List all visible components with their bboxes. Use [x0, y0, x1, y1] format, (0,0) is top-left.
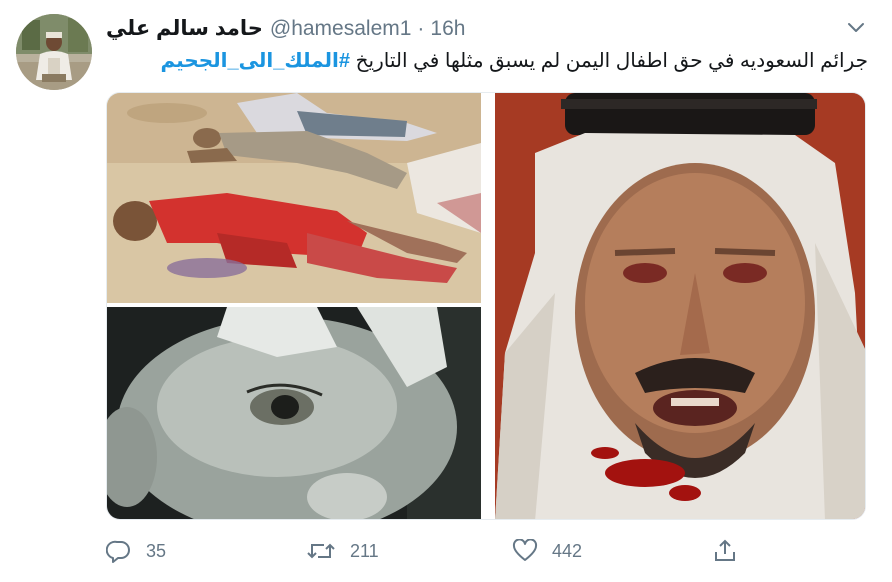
like-count: 442 [552, 540, 583, 561]
tweet-body: جرائم السعوديه في حق اطفال اليمن لم يسبق… [350, 50, 868, 72]
avatar[interactable] [16, 14, 92, 90]
heart-icon [512, 539, 538, 561]
retweet-button[interactable]: 211 [306, 534, 379, 568]
retweet-icon [307, 543, 335, 559]
separator-dot: · [417, 17, 425, 40]
share-button[interactable] [712, 534, 752, 568]
media-grid [106, 92, 866, 520]
media-image-children[interactable] [107, 93, 481, 303]
chevron-down-icon[interactable] [846, 20, 866, 36]
tweet-header: حامد سالم علي @hamesalem1 · 16h [106, 14, 465, 44]
timestamp[interactable]: 16h [430, 14, 465, 44]
retweet-count: 211 [350, 540, 379, 561]
reply-icon [106, 540, 130, 563]
media-image-portrait[interactable] [495, 93, 865, 519]
tweet-card[interactable]: حامد سالم علي @hamesalem1 · 16h جرائم ال… [0, 0, 892, 582]
hashtag-link[interactable]: #الملك_الى_الجحيم [160, 50, 350, 72]
avatar-image [16, 14, 92, 90]
media-image-face[interactable] [107, 307, 481, 519]
tweet-text: جرائم السعوديه في حق اطفال اليمن لم يسبق… [108, 46, 868, 76]
reply-count: 35 [146, 540, 167, 561]
reply-button[interactable]: 35 [106, 534, 166, 568]
user-handle[interactable]: @hamesalem1 [270, 14, 412, 44]
tweet-actions: 35 211 442 [106, 534, 746, 568]
display-name[interactable]: حامد سالم علي [106, 14, 263, 44]
share-icon [715, 539, 735, 561]
like-button[interactable]: 442 [512, 534, 582, 568]
